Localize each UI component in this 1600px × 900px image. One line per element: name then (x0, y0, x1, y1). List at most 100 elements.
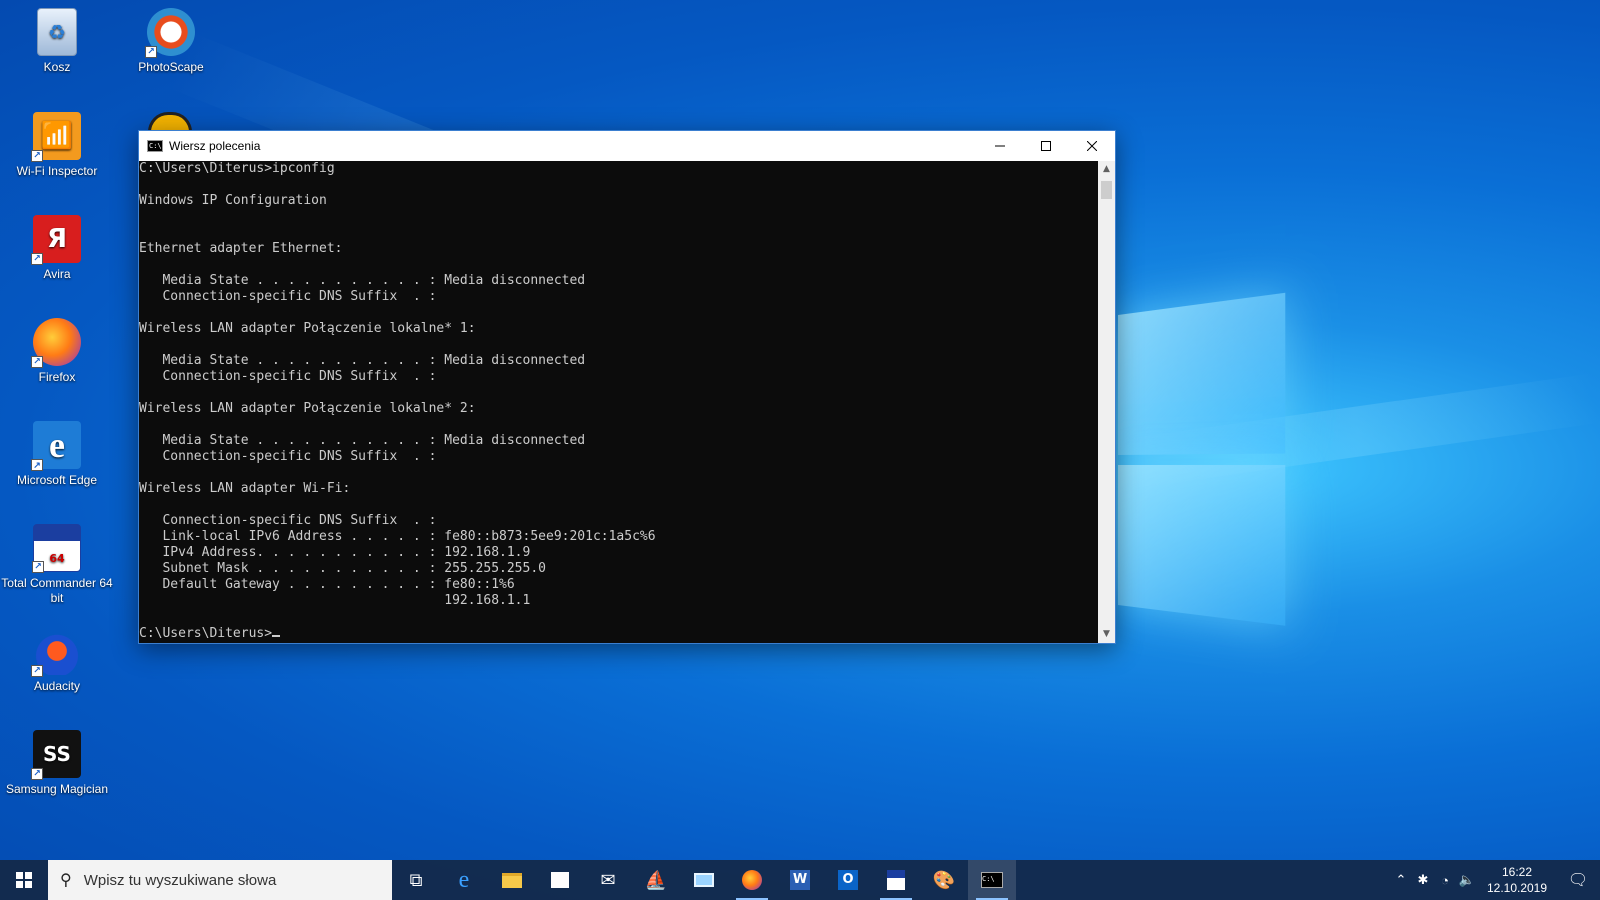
console-line: Wireless LAN adapter Wi-Fi: (139, 481, 351, 496)
minimize-icon (995, 145, 1005, 147)
console-prompt-line[interactable]: C:\Users\Diterus> (139, 625, 1098, 641)
hidden-desktop-icon[interactable] (148, 112, 192, 132)
desktop-icon-label: Audacity (33, 679, 81, 693)
desktop-icon-label: Wi-Fi Inspector (16, 164, 98, 178)
console-line: Media State . . . . . . . . . . . : Medi… (139, 273, 586, 288)
desktop-icon-avira[interactable]: Я ↗ Avira (1, 215, 113, 282)
console-line: Wireless LAN adapter Połączenie lokalne*… (139, 401, 476, 416)
volume-icon[interactable]: 🔈 (1456, 872, 1478, 888)
total-commander-icon: 64 ↗ (32, 524, 81, 573)
clock-time: 16:22 (1501, 865, 1533, 879)
taskbar-cmd[interactable]: C:\ (968, 860, 1016, 900)
console-line: Ethernet adapter Ethernet: (139, 241, 343, 256)
taskbar-app-6[interactable]: ⛵ (632, 860, 680, 900)
taskbar-app-7[interactable] (680, 860, 728, 900)
scroll-up-icon[interactable]: ▲ (1098, 161, 1115, 178)
taskbar-app-12[interactable]: 🎨 (920, 860, 968, 900)
console-line: Connection-specific DNS Suffix . : (139, 513, 437, 528)
maximize-button[interactable] (1023, 131, 1069, 161)
taskbar-total-commander[interactable] (872, 860, 920, 900)
wifi-inspector-icon: 📶 ↗ (31, 112, 81, 162)
word-icon: W (790, 870, 810, 890)
cmd-app-icon: C:\ (147, 140, 163, 152)
clock-date: 12.10.2019 (1486, 881, 1548, 895)
samsung-magician-icon: SS ↗ (31, 730, 81, 780)
taskbar-search-box[interactable]: ⚲ Wpisz tu wyszukiwane słowa (48, 860, 392, 900)
console-line: Link-local IPv6 Address . . . . . : fe80… (139, 529, 656, 544)
desktop-icon-audacity[interactable]: ↗ Audacity (1, 627, 113, 694)
windows-logo-wallpaper (1118, 292, 1291, 638)
console-line: Connection-specific DNS Suffix . : (139, 369, 437, 384)
console-line: Media State . . . . . . . . . . . : Medi… (139, 353, 586, 368)
task-view-button[interactable]: ⧉ (392, 860, 440, 900)
desktop-icon-total-commander[interactable]: 64 ↗ Total Commander 64 bit (1, 524, 113, 606)
console-line: Connection-specific DNS Suffix . : (139, 289, 437, 304)
desktop-icon-label: Firefox (38, 370, 76, 384)
photoscape-icon: ↗ (145, 8, 195, 58)
task-view-icon: ⧉ (409, 869, 423, 891)
taskbar-edge[interactable]: e (440, 860, 488, 900)
minimize-button[interactable] (977, 131, 1023, 161)
console-line: C:\Users\Diterus>ipconfig (139, 161, 335, 176)
avira-icon: Я ↗ (31, 215, 81, 265)
cmd-window[interactable]: C:\ Wiersz polecenia C:\Users\Diterus>ip… (138, 130, 1116, 644)
desktop-icon-label: PhotoScape (138, 60, 204, 74)
clock[interactable]: 16:22 12.10.2019 (1478, 864, 1556, 896)
desktop-icon-samsung-magician[interactable]: SS ↗ Samsung Magician (1, 730, 113, 797)
system-tray: ⌃ ✱ ◔ 🔈 16:22 12.10.2019 🗨 (1390, 864, 1600, 896)
console-line: Media State . . . . . . . . . . . : Medi… (139, 433, 586, 448)
close-button[interactable] (1069, 131, 1115, 161)
mail-icon: ✉ (600, 869, 616, 891)
vertical-scrollbar[interactable]: ▲ ▼ (1098, 161, 1115, 643)
edge-icon: e ↗ (31, 421, 81, 471)
console-line: Connection-specific DNS Suffix . : (139, 449, 437, 464)
edge-icon: e (458, 866, 470, 893)
taskbar-firefox[interactable] (728, 860, 776, 900)
windows-start-icon (16, 872, 32, 888)
desktop-icon-edge[interactable]: e ↗ Microsoft Edge (1, 421, 113, 488)
desktop-icon-label: Microsoft Edge (16, 473, 98, 487)
scrollbar-thumb[interactable] (1101, 181, 1112, 199)
scroll-down-icon[interactable]: ▼ (1098, 626, 1115, 643)
cmd-title-bar[interactable]: C:\ Wiersz polecenia (139, 131, 1115, 161)
recycle-bin-icon: ♻ (37, 8, 77, 56)
firefox-icon (742, 870, 762, 890)
window-title: Wiersz polecenia (169, 139, 261, 153)
console-line: Wireless LAN adapter Połączenie lokalne*… (139, 321, 476, 336)
start-button[interactable] (0, 860, 48, 900)
audacity-icon: ↗ (31, 627, 81, 677)
chevron-up-icon[interactable]: ⌃ (1390, 872, 1412, 888)
paint-icon: 🎨 (932, 869, 956, 891)
taskbar-word[interactable]: W (776, 860, 824, 900)
app-icon: ⛵ (644, 869, 668, 891)
taskbar-file-explorer[interactable] (488, 860, 536, 900)
console-line: 192.168.1.1 (139, 593, 531, 608)
action-center-icon[interactable]: 🗨 (1556, 870, 1600, 890)
console-line: IPv4 Address. . . . . . . . . . . : 192.… (139, 545, 531, 560)
console-line: Subnet Mask . . . . . . . . . . . : 255.… (139, 561, 546, 576)
taskbar-outlook[interactable]: O (824, 860, 872, 900)
bluetooth-icon[interactable]: ✱ (1412, 872, 1434, 888)
outlook-icon: O (838, 870, 858, 890)
folder-icon (502, 872, 522, 888)
taskbar-store[interactable] (536, 860, 584, 900)
desktop-icon-photoscape[interactable]: ↗ PhotoScape (115, 8, 227, 75)
taskbar-mail[interactable]: ✉ (584, 860, 632, 900)
wifi-icon[interactable]: ◔ (1434, 873, 1456, 888)
desktop-icon-wifi-inspector[interactable]: 📶 ↗ Wi-Fi Inspector (1, 112, 113, 179)
cmd-icon: C:\ (981, 872, 1003, 888)
console-output[interactable]: C:\Users\Diterus>ipconfig Windows IP Conf… (139, 161, 1098, 643)
desktop-icon-recycle-bin[interactable]: ♻ Kosz (1, 8, 113, 75)
desktop-icon-firefox[interactable]: ↗ Firefox (1, 318, 113, 385)
desktop-icon-label: Total Commander 64 bit (1, 576, 113, 605)
desktop-icon-label: Kosz (43, 60, 71, 74)
taskbar: ⚲ Wpisz tu wyszukiwane słowa ⧉ e ✉ ⛵ W O… (0, 860, 1600, 900)
